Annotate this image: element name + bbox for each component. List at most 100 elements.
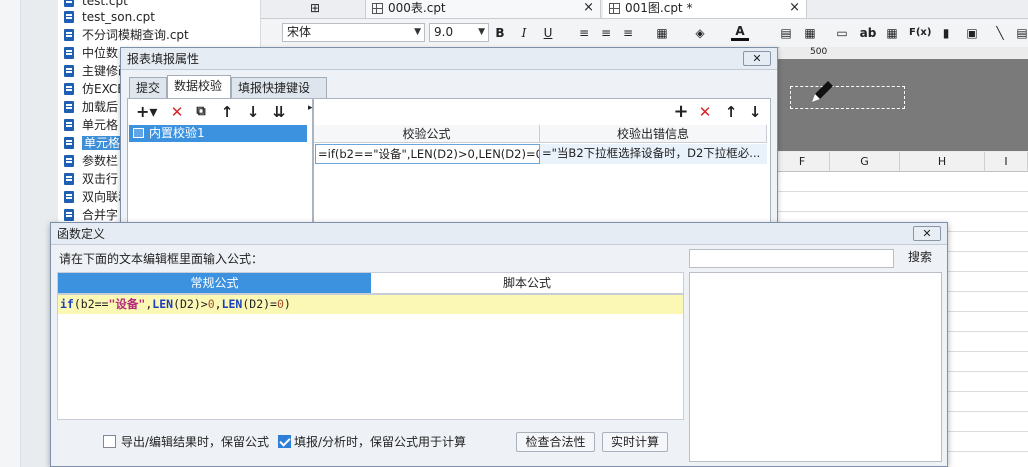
- function-list-panel[interactable]: [689, 272, 942, 462]
- column-header[interactable]: F: [775, 152, 830, 172]
- document-tabbar: ⊞ 000表.cpt × 001图.cpt * ×: [261, 0, 1028, 19]
- align-right-icon[interactable]: ≡: [619, 24, 637, 42]
- rule-label: 内置校验1: [149, 126, 205, 140]
- close-tab-icon[interactable]: ×: [583, 0, 594, 16]
- keep-formula-fill-label: 填报/分析时，保留公式用于计算: [294, 435, 467, 449]
- add-icon[interactable]: +: [672, 103, 690, 121]
- keep-formula-export-checkbox[interactable]: [103, 435, 116, 448]
- tab-script-formula[interactable]: 脚本公式: [371, 273, 683, 293]
- function-search-input[interactable]: [689, 249, 894, 268]
- file-icon: [64, 101, 74, 113]
- column-header-message[interactable]: 校验出错信息: [540, 125, 767, 143]
- font-family-select[interactable]: 宋体 ▼: [282, 23, 425, 42]
- tab-000[interactable]: 000表.cpt ×: [365, 0, 601, 18]
- merge-icon[interactable]: ▤: [777, 24, 795, 42]
- file-icon: [64, 65, 74, 77]
- file-icon: [64, 191, 74, 203]
- rule-list-item[interactable]: 内置校验1: [129, 125, 307, 142]
- left-gutter: [0, 0, 21, 467]
- column-header-formula[interactable]: 校验公式: [314, 125, 540, 143]
- tab-regular-formula[interactable]: 常规公式: [58, 273, 371, 293]
- rule-icon: [133, 128, 144, 138]
- file-icon: [64, 173, 74, 185]
- message-cell[interactable]: ="当B2下拉框选择设备时，D2下拉框必...: [540, 144, 767, 164]
- tab-shortcut-settings[interactable]: 填报快捷键设置: [231, 77, 327, 115]
- font-size-select[interactable]: 9.0 ▼: [429, 23, 489, 42]
- chevron-down-icon: ▼: [414, 27, 421, 37]
- text-color-button[interactable]: A: [731, 24, 749, 41]
- rule-list-panel: +▾ ✕ ⧉ ↑ ↓ ⇊ 内置校验1 ▸: [127, 98, 313, 235]
- format-toolbar: 宋体 ▼ 9.0 ▼ B I U ≡ ≡ ≡ ▦ ◈ A ▤ ▦ ▭ ab ▦ F(…: [261, 19, 1028, 48]
- align-center-icon[interactable]: ≡: [597, 24, 615, 42]
- report-fill-properties-dialog: 报表填报属性 ✕ 提交 数据校验 填报快捷键设置 +▾ ✕ ⧉ ↑ ↓ ⇊ 内置…: [120, 47, 778, 235]
- validation-grid-panel: + ✕ ↑ ↓: [313, 98, 771, 235]
- keep-formula-export-label: 导出/编辑结果时，保留公式: [121, 435, 270, 449]
- file-icon: [64, 29, 74, 41]
- column-header[interactable]: G: [830, 152, 900, 172]
- file-icon: [64, 155, 74, 167]
- slash-icon[interactable]: ╲: [991, 24, 1009, 42]
- sort-icon[interactable]: ⇊: [270, 103, 288, 121]
- insert-cell-icon[interactable]: ▭: [833, 24, 851, 42]
- dialog-title: 报表填报属性: [121, 48, 777, 70]
- file-icon: [64, 209, 74, 221]
- pencil-icon: [812, 81, 833, 102]
- formula-line[interactable]: if(b2=="设备",LEN(D2)>0,LEN(D2)=0): [58, 295, 683, 314]
- scroll-right-icon[interactable]: ▸: [308, 103, 313, 113]
- tree-item[interactable]: test_son.cpt: [58, 8, 258, 26]
- file-icon: [64, 47, 74, 59]
- function-definition-dialog: 函数定义 ✕ 请在下面的文本编辑框里面输入公式： 常规公式 脚本公式 if(b2…: [50, 222, 948, 467]
- file-icon: [64, 137, 74, 149]
- formula-button[interactable]: F(x): [909, 24, 931, 42]
- formula-tabs: 常规公式 脚本公式: [57, 272, 684, 294]
- keep-formula-fill-checkbox[interactable]: [278, 435, 291, 448]
- prompt-label: 请在下面的文本编辑框里面输入公式：: [59, 252, 264, 266]
- move-up-icon[interactable]: ↑: [722, 103, 740, 121]
- file-icon: [64, 119, 74, 131]
- italic-button[interactable]: I: [515, 24, 533, 42]
- align-left-icon[interactable]: ≡: [575, 24, 593, 42]
- file-icon: [64, 11, 74, 23]
- tab-label: 000表.cpt: [388, 1, 446, 15]
- move-down-icon[interactable]: ↓: [244, 103, 262, 121]
- delete-icon[interactable]: ✕: [168, 103, 186, 121]
- close-button[interactable]: ✕: [743, 51, 771, 66]
- copy-icon[interactable]: ⧉: [192, 103, 210, 121]
- formula-cell[interactable]: =if(b2=="设备",LEN(D2)>0,LEN(D2)=0): [315, 144, 540, 164]
- realtime-calc-button[interactable]: 实时计算: [602, 432, 668, 452]
- check-validity-button[interactable]: 检查合法性: [516, 432, 595, 452]
- dialog-title: 函数定义: [51, 223, 947, 245]
- tab-label: 001图.cpt *: [625, 1, 693, 15]
- column-header[interactable]: I: [985, 152, 1028, 172]
- delete-icon[interactable]: ✕: [696, 103, 714, 121]
- report-icon: [372, 3, 383, 14]
- chart-icon[interactable]: ▮: [937, 24, 955, 42]
- border-icon[interactable]: ▦: [653, 24, 671, 42]
- move-down-icon[interactable]: ↓: [746, 103, 764, 121]
- formula-editor[interactable]: if(b2=="设备",LEN(D2)>0,LEN(D2)=0): [57, 294, 684, 420]
- subreport-icon[interactable]: ▤: [1013, 24, 1028, 42]
- image-icon[interactable]: ▣: [963, 24, 981, 42]
- grid-icon[interactable]: ⊞: [307, 0, 323, 18]
- close-button[interactable]: ✕: [913, 226, 941, 241]
- report-icon: [609, 3, 620, 14]
- column-header[interactable]: H: [900, 152, 985, 172]
- tab-submit[interactable]: 提交: [129, 77, 167, 98]
- chevron-down-icon: ▼: [478, 27, 485, 37]
- move-up-icon[interactable]: ↑: [218, 103, 236, 121]
- underline-button[interactable]: U: [539, 24, 557, 42]
- file-icon: [64, 83, 74, 95]
- add-dropdown-icon[interactable]: +▾: [136, 103, 157, 121]
- tab-data-validation[interactable]: 数据校验: [167, 75, 231, 99]
- grid-insert-icon[interactable]: ▦: [883, 24, 901, 42]
- bold-button[interactable]: B: [491, 24, 509, 42]
- file-icon: [64, 0, 74, 7]
- text-cell-button[interactable]: ab: [859, 24, 877, 42]
- close-tab-icon[interactable]: ×: [789, 0, 800, 16]
- ruler-label: 500: [810, 47, 828, 57]
- fill-color-icon[interactable]: ◈: [691, 24, 709, 42]
- tab-001[interactable]: 001图.cpt * ×: [603, 0, 807, 18]
- tree-item[interactable]: 不分词模糊查询.cpt: [58, 26, 258, 44]
- search-button[interactable]: 搜索: [901, 248, 939, 268]
- unmerge-icon[interactable]: ▦: [801, 24, 819, 42]
